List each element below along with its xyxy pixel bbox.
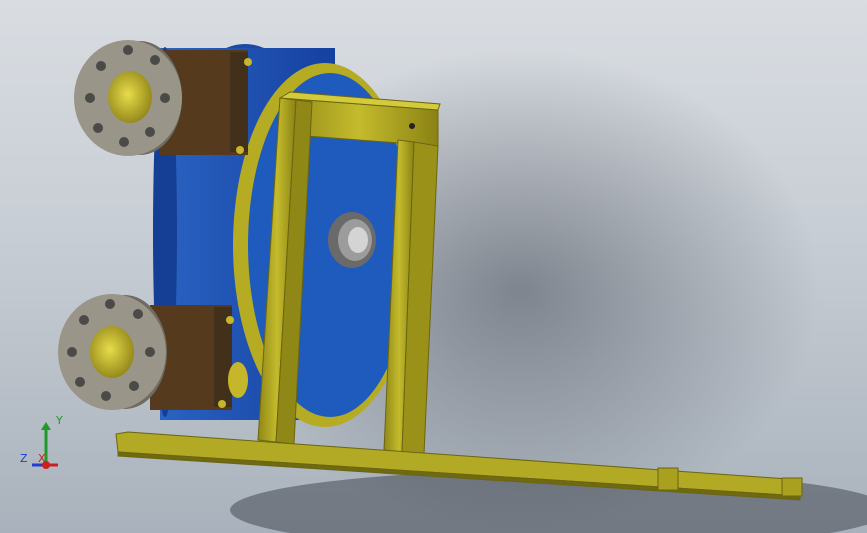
lower-reducer-bolt-2 [218, 400, 226, 408]
y-axis-arrow [41, 422, 51, 430]
upper-flange-bore [108, 71, 152, 123]
y-axis-label: Y [55, 414, 63, 427]
x-axis-label: X [38, 452, 46, 465]
upper-reducer-shade [230, 52, 248, 152]
lower-reducer-bolt-1 [226, 316, 234, 324]
upper-reducer-bolt-2 [236, 146, 244, 154]
pump-assembly-model[interactable] [0, 0, 867, 533]
upper-reducer-bolt-1 [244, 58, 252, 66]
frame-bolt-hole [409, 123, 415, 129]
axis-triad: Y Z X [20, 414, 63, 469]
shaft-hub-bore [348, 227, 368, 253]
z-axis-label: Z [20, 452, 28, 465]
lower-reducer-knob [228, 362, 248, 398]
3d-viewport[interactable]: Y Z X [0, 0, 867, 533]
lower-flange-bore [90, 326, 134, 378]
